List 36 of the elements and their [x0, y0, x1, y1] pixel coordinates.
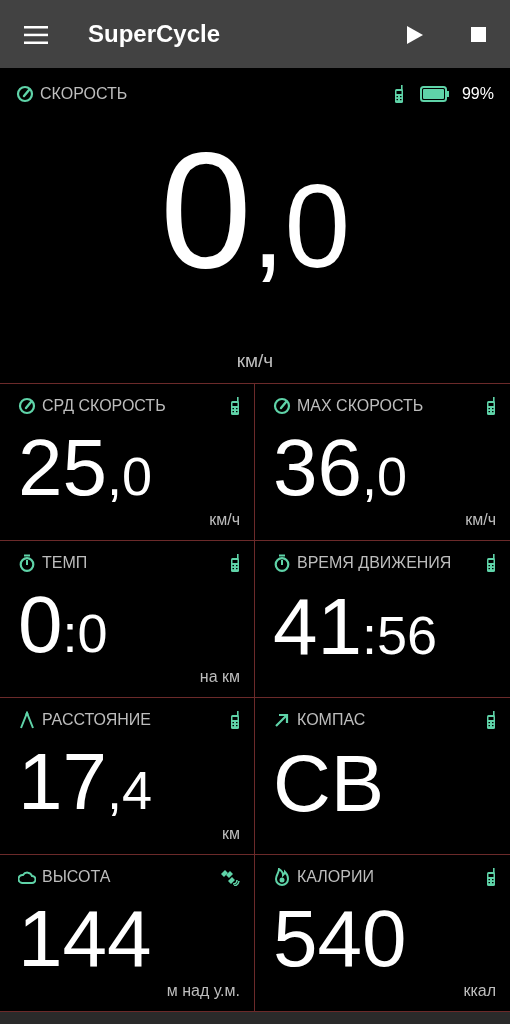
gauge-icon	[16, 85, 34, 103]
metric-value: 36,0	[273, 423, 408, 512]
metric-unit: км/ч	[465, 511, 496, 528]
metric-value: 25,0	[18, 423, 153, 512]
speed-unit: км/ч	[236, 349, 274, 371]
metric-label: РАССТОЯНИЕ	[42, 710, 151, 730]
metric-value: 0:0	[18, 580, 108, 669]
metric-unit: м над у.м.	[166, 982, 240, 999]
metric-label: ВЫСОТА	[42, 867, 111, 887]
metric-value: 144	[18, 894, 152, 983]
stopwatch-icon	[18, 554, 36, 572]
metric-value: СВ	[273, 739, 385, 828]
app-title: SuperCycle	[88, 19, 221, 49]
metric-unit: км	[222, 825, 240, 842]
stopwatch-icon	[273, 554, 291, 572]
gauge-icon	[18, 397, 36, 415]
metric-value: 540	[273, 894, 407, 983]
metric-label: ТЕМП	[42, 553, 88, 573]
metric-unit: на км	[199, 668, 240, 685]
metric-value: 17,4	[18, 737, 153, 826]
metric-label: КОМПАС	[297, 710, 366, 730]
flame-icon	[273, 868, 291, 886]
speed-value: 0,0	[159, 128, 351, 293]
metric-label: СКОРОСТЬ	[40, 84, 128, 104]
compass-drawing-icon	[18, 711, 36, 729]
metric-label: ВРЕМЯ ДВИЖЕНИЯ	[297, 553, 452, 573]
metric-value: 41:56	[273, 582, 438, 671]
battery-icon	[419, 86, 450, 102]
metric-label: КАЛОРИИ	[297, 867, 374, 887]
metric-label: MAX СКОРОСТЬ	[297, 396, 424, 416]
battery-percent: 99%	[461, 84, 494, 104]
metric-unit: ккал	[463, 982, 496, 999]
metric-label: СРД СКОРОСТЬ	[42, 396, 166, 416]
gauge-icon	[273, 397, 291, 415]
metric-unit: км/ч	[209, 511, 240, 528]
arrow-icon	[273, 711, 291, 729]
